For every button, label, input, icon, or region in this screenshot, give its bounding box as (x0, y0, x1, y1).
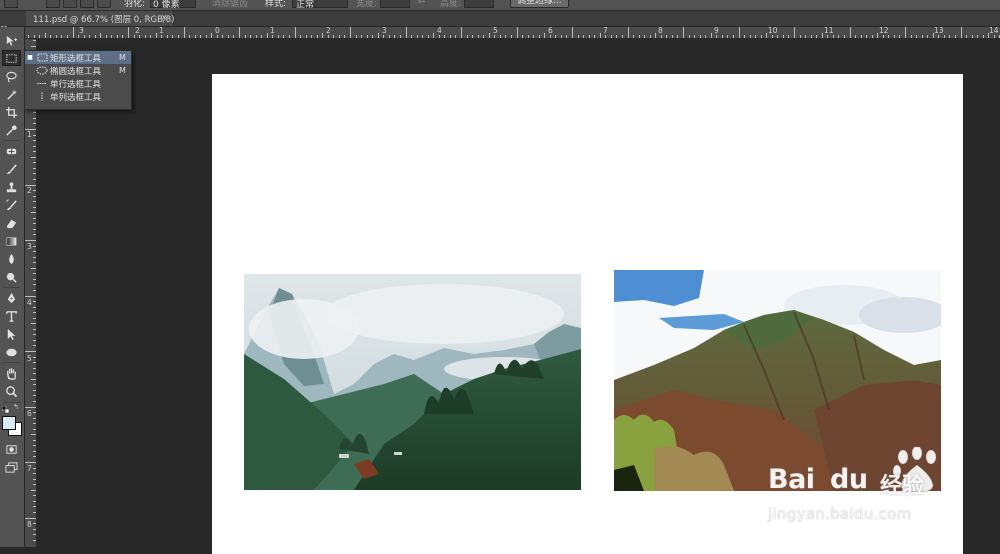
crop-tool-icon[interactable] (2, 104, 21, 120)
ruler-v-label: 5 (27, 354, 32, 363)
ruler-h-label: 10 (768, 27, 778, 35)
pen-tool-icon[interactable] (2, 290, 21, 306)
swap-icon[interactable]: ⇄ (418, 0, 426, 6)
clone-stamp-tool-icon[interactable] (2, 179, 21, 195)
single-row-marquee-icon (35, 79, 49, 89)
watermark-brand-du: du (830, 464, 868, 495)
quick-mask-icon[interactable] (2, 441, 21, 457)
dodge-tool-icon[interactable] (2, 269, 21, 285)
history-brush-tool-icon[interactable] (2, 197, 21, 213)
screen-mode-icon[interactable] (2, 459, 21, 475)
intersect-selection-button[interactable] (97, 0, 111, 8)
flyout-item-rectangular-marquee[interactable]: ■ 矩形选框工具 M (25, 51, 131, 64)
new-selection-button[interactable] (46, 0, 60, 8)
height-label: 高度: (440, 0, 462, 9)
ruler-h-label: 14 (989, 27, 999, 35)
feather-label: 羽化: (124, 0, 146, 9)
ruler-v-label: 1 (27, 130, 32, 139)
healing-brush-tool-icon[interactable] (2, 143, 21, 159)
ruler-h-label: 5 (493, 27, 498, 35)
close-tab-icon[interactable]: × (160, 13, 168, 23)
ruler-h-label: 3 (382, 27, 387, 35)
path-selection-tool-icon[interactable] (2, 326, 21, 342)
misty-mountain-photo (244, 274, 581, 490)
watermark-url: jingyan.baidu.com (768, 505, 912, 523)
ruler-h-label: 0 (215, 27, 220, 35)
swap-colors-icon[interactable]: ↰ (13, 403, 19, 411)
flyout-item-elliptical-marquee[interactable]: 椭圆选框工具 M (25, 64, 131, 77)
watermark-brand-cn: 经验 (880, 474, 925, 499)
ruler-v-label: 7 (27, 464, 32, 473)
marquee-tool-flyout: ■ 矩形选框工具 M 椭圆选框工具 M 单行选框工具 单列选框工具 (24, 50, 132, 110)
marquee-tool-icon[interactable] (2, 50, 21, 66)
width-label: 宽度: (356, 0, 378, 9)
ruler-v-label: 3 (27, 242, 32, 251)
ruler-h-label: 11 (824, 27, 834, 35)
ruler-h-label: 1 (159, 27, 164, 35)
ruler-h-label: 2 (135, 27, 140, 35)
subtract-selection-button[interactable] (80, 0, 94, 8)
style-label: 样式: (265, 0, 287, 9)
feather-input[interactable]: 0 像素 (150, 0, 196, 10)
ruler-h-label: 4 (437, 27, 442, 35)
tool-preset-picker[interactable] (4, 0, 18, 8)
height-input[interactable] (464, 0, 494, 8)
blur-tool-icon[interactable] (2, 251, 21, 267)
ruler-h-label: 8 (658, 27, 663, 35)
watermark-brand: Bai (768, 464, 815, 495)
foreground-color-swatch[interactable] (2, 416, 16, 430)
ruler-h-label: 6 (548, 27, 553, 35)
document-tab-bar: ▸▸ 111.psd @ 66.7% (图层 0, RGB/8) × (0, 11, 1000, 31)
ruler-h-label: 13 (934, 27, 944, 35)
lasso-tool-icon[interactable] (2, 68, 21, 84)
refine-edge-button[interactable]: 调整边缘... (510, 0, 569, 8)
ruler-v-label: 2 (27, 186, 32, 195)
ruler-h-label: 7 (603, 27, 608, 35)
document-tab-title: 111.psd @ 66.7% (图层 0, RGB/8) (33, 14, 175, 25)
default-colors-icon[interactable] (1, 405, 10, 414)
ruler-v-label: 6 (27, 409, 32, 418)
eraser-tool-icon[interactable] (2, 215, 21, 231)
add-to-selection-button[interactable] (63, 0, 77, 8)
ruler-h-label: 12 (879, 27, 889, 35)
flyout-item-single-row-marquee[interactable]: 单行选框工具 (25, 77, 131, 90)
antialias-checkbox[interactable]: 消除锯齿 (212, 0, 248, 9)
horizontal-ruler[interactable]: 3 2 1 0 1 2 3 4 5 6 7 8 9 10 11 12 13 14 (25, 27, 1000, 39)
ruler-h-label: 1 (270, 27, 275, 35)
ruler-h-label: 3 (79, 27, 84, 35)
ruler-h-label: 9 (714, 27, 719, 35)
hand-tool-icon[interactable] (2, 365, 21, 381)
type-tool-icon[interactable] (2, 308, 21, 324)
ruler-v-label: 4 (27, 298, 32, 307)
flyout-item-single-column-marquee[interactable]: 单列选框工具 (25, 90, 131, 103)
single-column-marquee-icon (35, 92, 49, 102)
eyedropper-tool-icon[interactable] (2, 122, 21, 138)
selected-bullet-icon: ■ (27, 54, 33, 61)
rect-marquee-icon (35, 53, 49, 63)
zoom-tool-icon[interactable] (2, 383, 21, 399)
brush-tool-icon[interactable] (2, 161, 21, 177)
ruler-h-label: 2 (326, 27, 331, 35)
toolbox: ↰ (0, 27, 25, 547)
width-input[interactable] (380, 0, 410, 8)
move-tool-icon[interactable] (2, 32, 21, 48)
ellipse-marquee-icon (35, 66, 49, 76)
gradient-tool-icon[interactable] (2, 233, 21, 249)
options-bar: 羽化: 0 像素 消除锯齿 样式: 正常 宽度: ⇄ 高度: 调整边缘... (0, 0, 1000, 11)
vertical-ruler[interactable]: 1 2 3 4 5 6 7 8 (25, 39, 37, 547)
document-tab[interactable]: 111.psd @ 66.7% (图层 0, RGB/8) × (26, 11, 175, 26)
shape-tool-icon[interactable] (2, 344, 21, 360)
ruler-v-label: 8 (27, 520, 32, 529)
style-select[interactable]: 正常 (292, 0, 348, 10)
magic-wand-tool-icon[interactable] (2, 86, 21, 102)
